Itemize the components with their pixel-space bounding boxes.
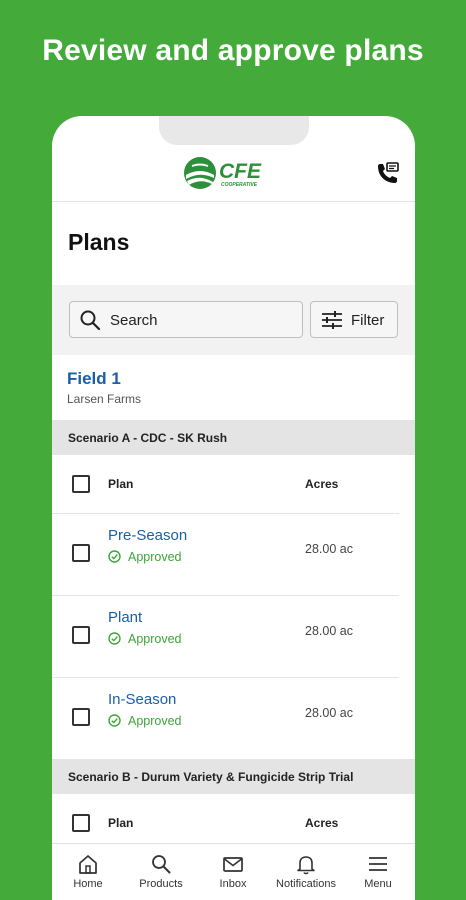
mail-icon [223, 857, 243, 872]
filter-button[interactable]: Filter [310, 301, 398, 338]
plan-checkbox[interactable] [72, 708, 90, 726]
search-input[interactable]: Search [69, 301, 303, 338]
plan-acres: 28.00 ac [305, 624, 353, 638]
nav-label: Inbox [219, 878, 247, 890]
status-text: Approved [128, 632, 182, 646]
status-text: Approved [128, 714, 182, 728]
check-circle-icon [108, 714, 121, 727]
select-all-checkbox[interactable] [72, 814, 90, 832]
nav-label: Notifications [276, 878, 336, 890]
plan-row[interactable]: Pre-Season Approved 28.00 ac [52, 513, 415, 595]
search-placeholder: Search [110, 312, 158, 329]
column-header-acres: Acres [305, 816, 339, 830]
nav-home[interactable]: Home [64, 844, 112, 900]
column-header-plan: Plan [108, 477, 134, 491]
search-icon [80, 310, 101, 331]
phone-frame: CFE COOPERATIVE Plans Search Filter Fiel… [52, 116, 415, 900]
nav-inbox[interactable]: Inbox [209, 844, 257, 900]
table-header-row: Plan Acres [52, 455, 415, 513]
check-circle-icon [108, 550, 121, 563]
phone-contact-icon[interactable] [373, 160, 401, 188]
app-bar: CFE COOPERATIVE [52, 148, 415, 202]
plan-checkbox[interactable] [72, 626, 90, 644]
nav-products[interactable]: Products [132, 844, 190, 900]
cfe-logo: CFE COOPERATIVE [184, 157, 262, 189]
bell-icon [297, 856, 315, 875]
search-bar: Search Filter [52, 285, 415, 355]
plan-name-link[interactable]: In-Season [108, 691, 176, 708]
nav-notifications[interactable]: Notifications [270, 844, 342, 900]
phone-notch [159, 116, 309, 145]
plan-name-link[interactable]: Plant [108, 609, 142, 626]
nav-label: Menu [364, 878, 392, 890]
field-title[interactable]: Field 1 [67, 369, 121, 389]
filter-icon [322, 311, 342, 329]
nav-label: Products [139, 878, 183, 890]
plan-name-link[interactable]: Pre-Season [108, 527, 187, 544]
plan-acres: 28.00 ac [305, 706, 353, 720]
plan-row[interactable]: In-Season Approved 28.00 ac [52, 677, 415, 759]
column-header-acres: Acres [305, 477, 339, 491]
svg-text:COOPERATIVE: COOPERATIVE [221, 182, 258, 188]
plan-acres: 28.00 ac [305, 542, 353, 556]
bottom-nav: Home Products Inbox Notifications Menu [52, 843, 415, 900]
check-circle-icon [108, 632, 121, 645]
promo-headline: Review and approve plans [42, 34, 424, 67]
scenario-header: Scenario A - CDC - SK Rush [52, 420, 415, 455]
column-header-plan: Plan [108, 816, 134, 830]
plan-checkbox[interactable] [72, 544, 90, 562]
svg-text:CFE: CFE [219, 160, 262, 183]
home-icon [79, 855, 97, 874]
menu-icon [369, 857, 387, 871]
field-farm-name: Larsen Farms [67, 392, 142, 406]
plan-row[interactable]: Plant Approved 28.00 ac [52, 595, 415, 677]
filter-label: Filter [351, 312, 385, 329]
nav-label: Home [73, 878, 103, 890]
scenario-header: Scenario B - Durum Variety & Fungicide S… [52, 759, 415, 794]
page-title: Plans [68, 229, 130, 255]
status-text: Approved [128, 550, 182, 564]
select-all-checkbox[interactable] [72, 475, 90, 493]
nav-menu[interactable]: Menu [355, 844, 401, 900]
search-icon [152, 855, 171, 874]
